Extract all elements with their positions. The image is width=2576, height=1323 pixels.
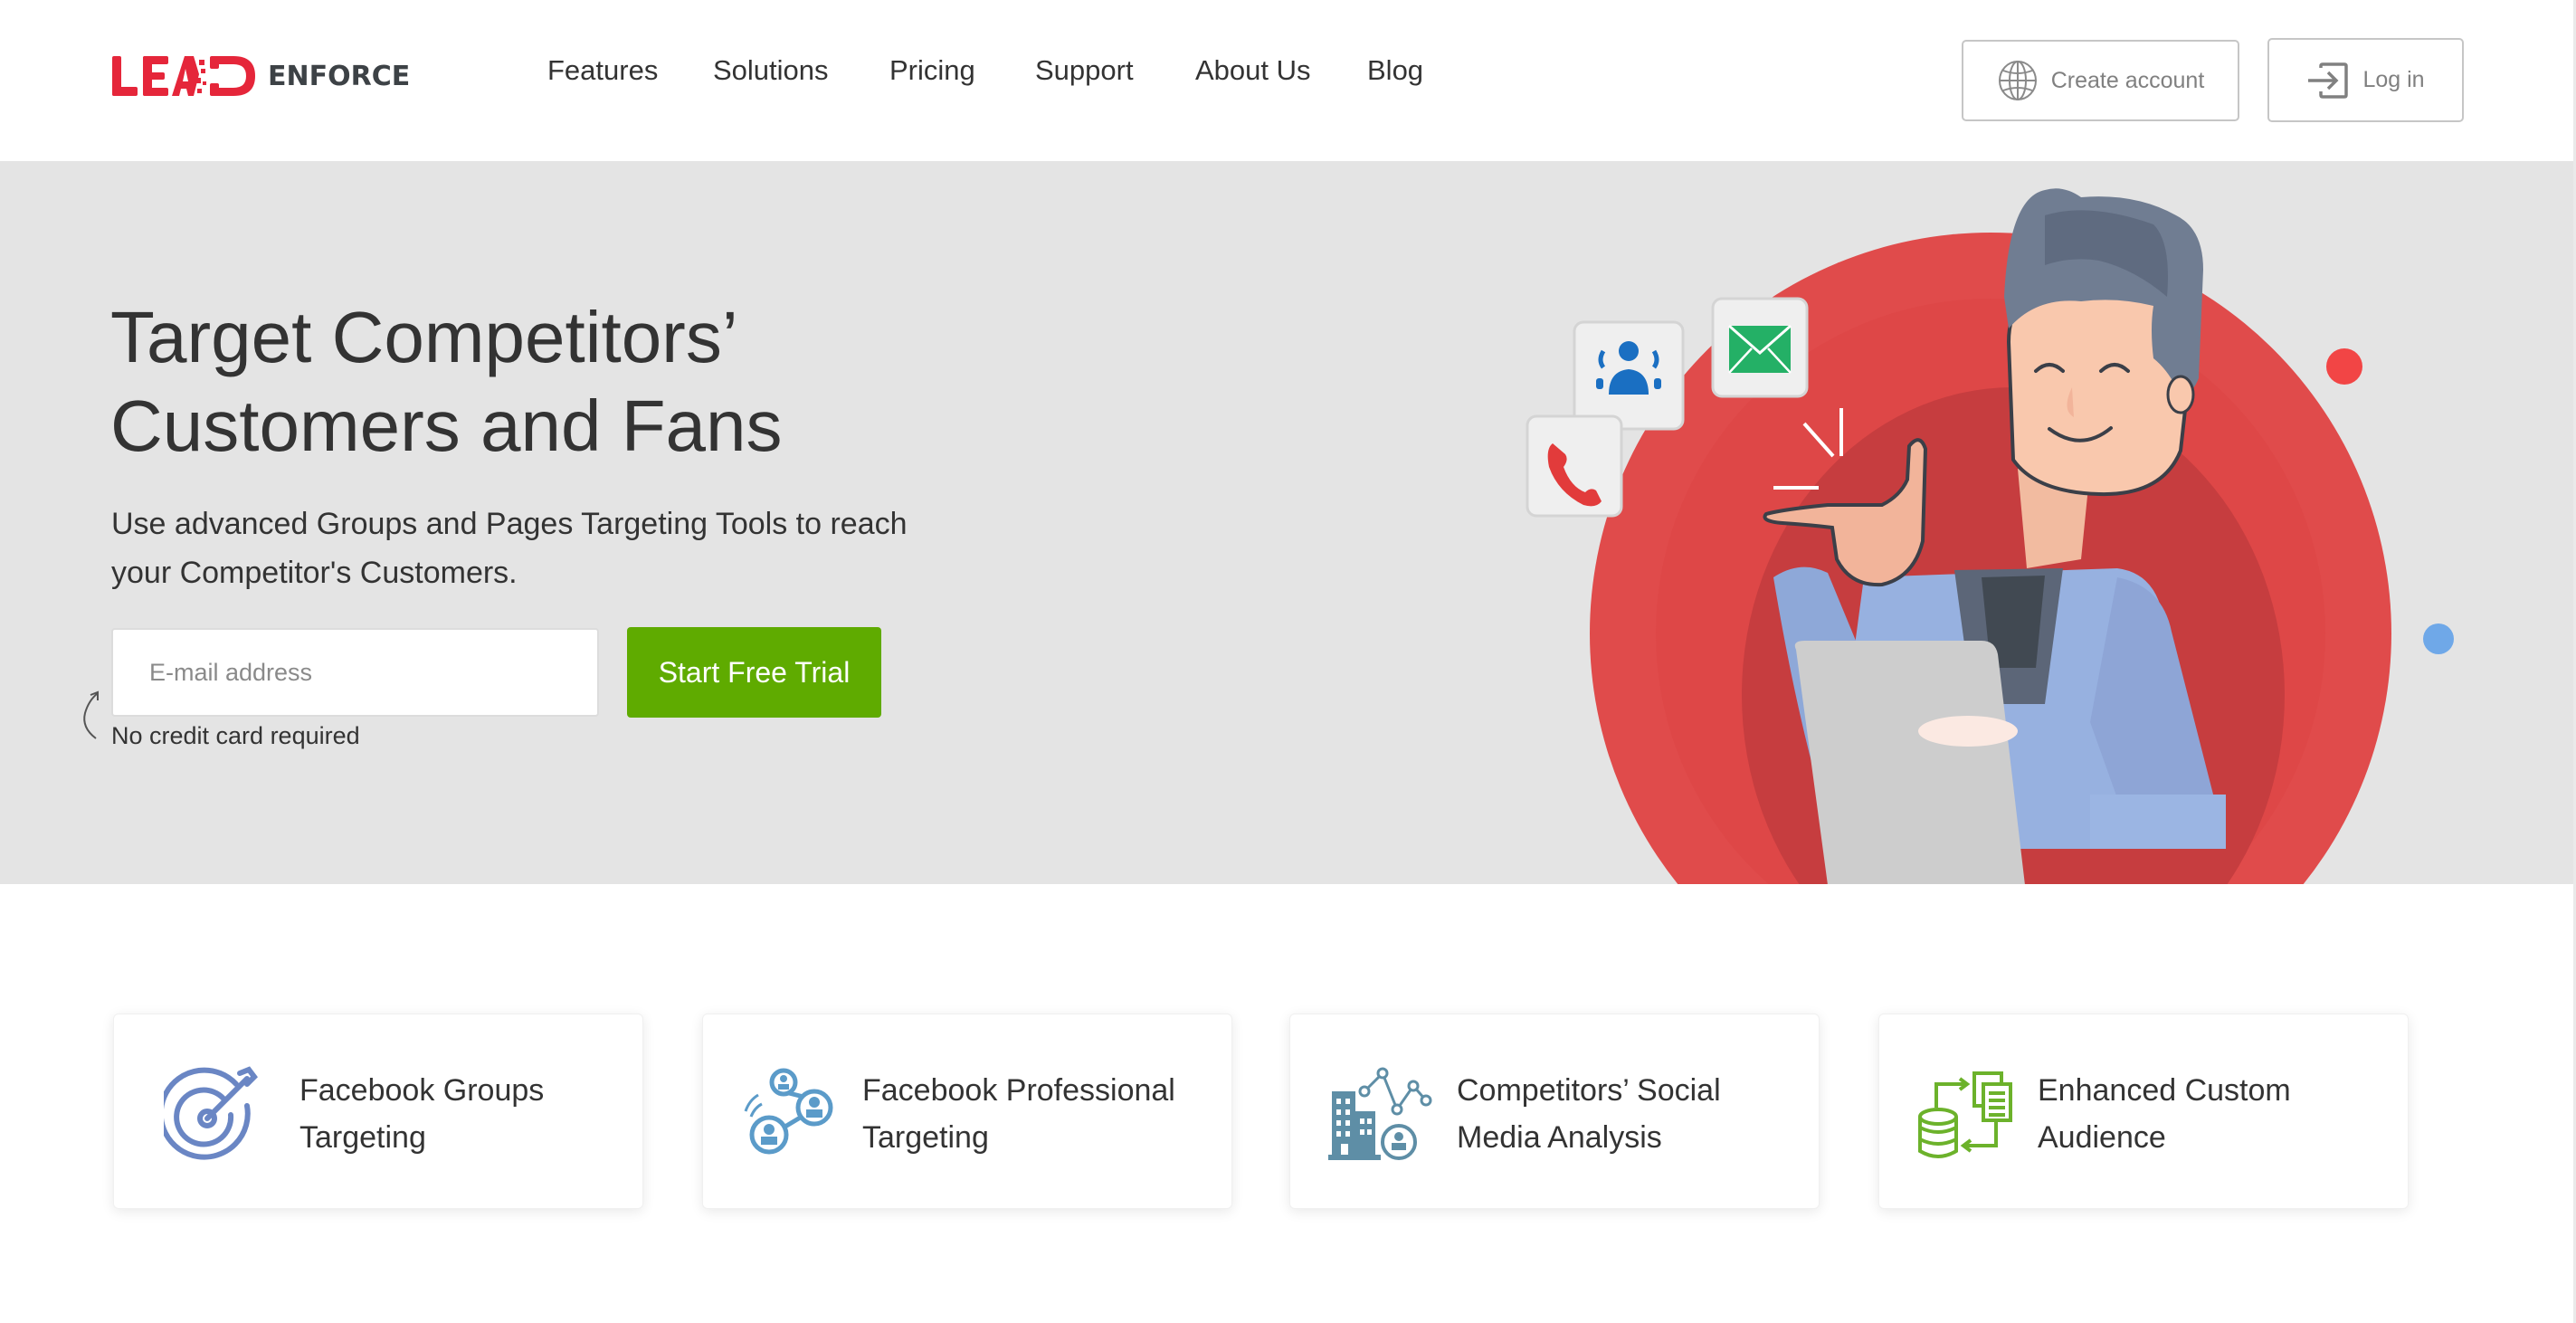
hero-subtitle: Use advanced Groups and Pages Targeting … — [111, 500, 1016, 597]
hero-section: Target Competitors’ Customers and Fans U… — [0, 161, 2573, 884]
nav-blog[interactable]: Blog — [1367, 54, 1423, 87]
email-input[interactable] — [111, 628, 599, 717]
hero-title-line1: Target Competitors’ — [110, 297, 738, 377]
feature-card-custom-audience[interactable]: Enhanced Custom Audience — [1878, 1014, 2409, 1209]
curved-arrow-icon — [78, 688, 105, 747]
site-header: ENFORCE Features Solutions Pricing Suppo… — [0, 0, 2573, 161]
start-free-trial-button[interactable]: Start Free Trial — [627, 627, 881, 718]
feature-title-line1: Enhanced Custom — [2038, 1073, 2291, 1108]
feature-title-line2: Targeting — [299, 1120, 426, 1155]
red-dot-decoration — [2326, 348, 2362, 385]
nav-features[interactable]: Features — [547, 54, 658, 87]
feature-title-line1: Facebook Groups — [299, 1073, 545, 1108]
create-account-label: Create account — [2050, 67, 2205, 93]
feature-card-competitor-analysis[interactable]: Competitors’ Social Media Analysis — [1289, 1014, 1820, 1209]
feature-title: Enhanced Custom Audience — [2038, 1067, 2372, 1161]
login-label: Log in — [2362, 67, 2425, 92]
hero-subtitle-line2: your Competitor's Customers. — [111, 556, 518, 590]
no-credit-card-note: No credit card required — [111, 722, 360, 749]
phone-bubble — [1526, 414, 1623, 518]
hero-illustration — [1526, 188, 2454, 884]
feature-card-facebook-groups[interactable]: Facebook Groups Targeting — [113, 1014, 643, 1209]
logo-wordmark: ENFORCE — [268, 60, 411, 92]
building-analytics-icon — [1326, 1060, 1435, 1168]
login-icon — [2306, 62, 2350, 99]
logo[interactable]: ENFORCE — [110, 52, 410, 100]
create-account-button[interactable]: Create account — [1962, 40, 2239, 121]
database-sync-icon — [1912, 1060, 2020, 1168]
mail-bubble — [1711, 297, 1809, 398]
page: ENFORCE Features Solutions Pricing Suppo… — [0, 0, 2576, 1323]
feature-title-line2: Targeting — [862, 1120, 989, 1155]
feature-title: Facebook Professional Targeting — [862, 1067, 1197, 1161]
feature-title-line1: Facebook Professional — [862, 1073, 1175, 1108]
hero-title-line2: Customers and Fans — [110, 385, 783, 466]
nav-pricing[interactable]: Pricing — [889, 54, 975, 87]
logo-lead-mark — [110, 54, 257, 98]
login-button[interactable]: Log in — [2267, 38, 2464, 122]
feature-title-line1: Competitors’ Social — [1457, 1073, 1721, 1108]
feature-title: Competitors’ Social Media Analysis — [1457, 1067, 1792, 1161]
target-icon — [159, 1060, 268, 1168]
feature-title: Facebook Groups Targeting — [299, 1067, 634, 1161]
nav-solutions[interactable]: Solutions — [713, 54, 829, 87]
hero-title: Target Competitors’ Customers and Fans — [110, 293, 925, 471]
feature-title-line2: Media Analysis — [1457, 1120, 1662, 1155]
globe-icon — [1997, 60, 2039, 101]
network-people-icon — [736, 1060, 844, 1168]
nav-support[interactable]: Support — [1035, 54, 1134, 87]
nav-about-us[interactable]: About Us — [1195, 54, 1311, 87]
group-bubble — [1573, 320, 1685, 431]
feature-card-facebook-professional[interactable]: Facebook Professional Targeting — [702, 1014, 1232, 1209]
feature-title-line2: Audience — [2038, 1120, 2166, 1155]
blue-dot-decoration — [2423, 623, 2454, 654]
hero-subtitle-line1: Use advanced Groups and Pages Targeting … — [111, 507, 908, 541]
